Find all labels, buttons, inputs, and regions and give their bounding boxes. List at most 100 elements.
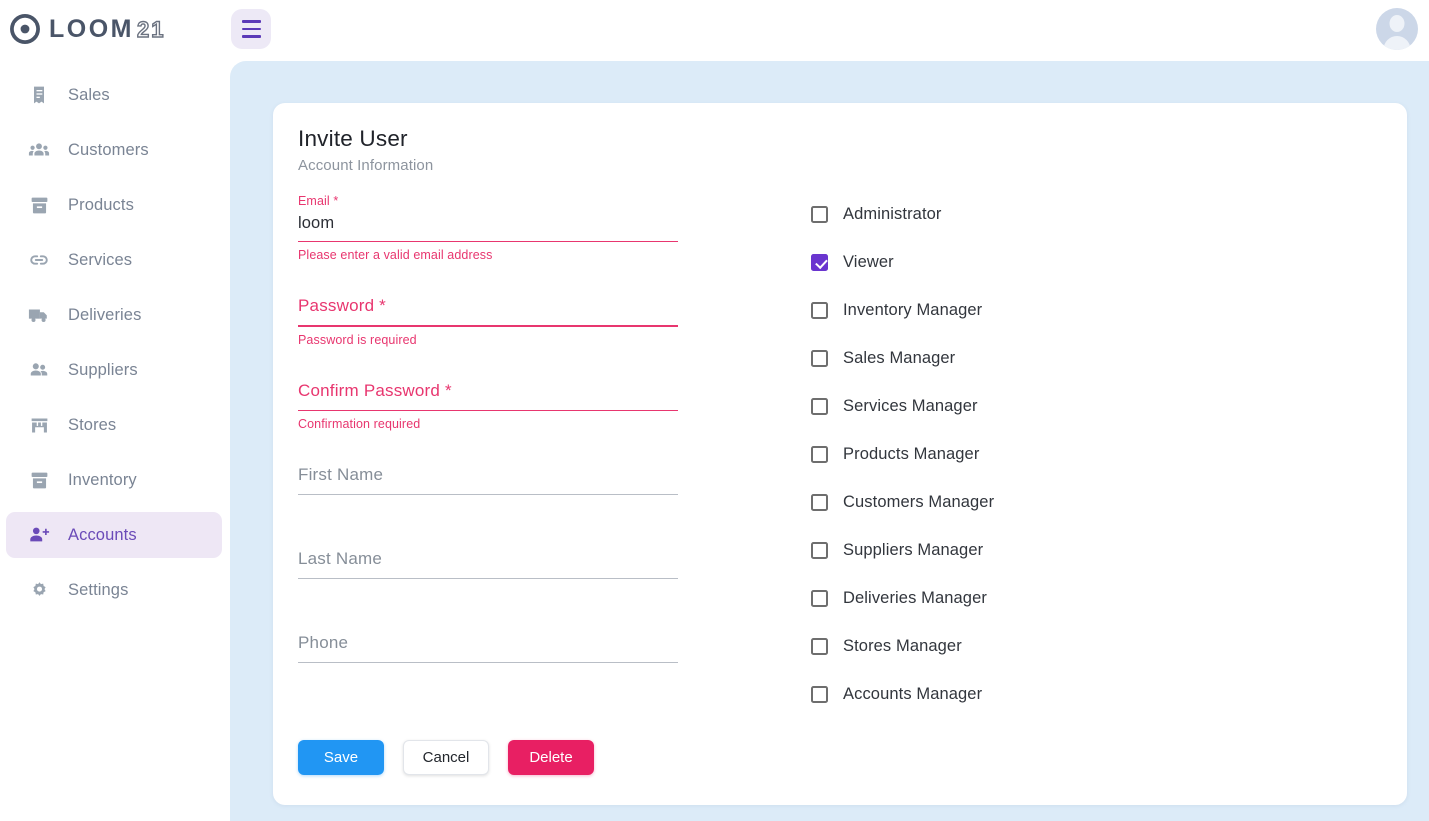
checkbox-icon[interactable] <box>811 349 828 367</box>
save-button[interactable]: Save <box>298 740 384 775</box>
box-icon <box>28 194 50 216</box>
first-name-error-message <box>298 501 678 516</box>
checkbox-icon[interactable] <box>811 397 828 415</box>
sidebar-item-label: Suppliers <box>68 360 138 379</box>
delete-button[interactable]: Delete <box>508 740 594 775</box>
card-header: Invite User Account Information <box>273 103 1407 174</box>
sidebar-item-inventory[interactable]: Inventory <box>6 457 222 503</box>
permission-label: Accounts Manager <box>843 684 983 703</box>
permission-suppliers-manager[interactable]: Suppliers Manager <box>811 538 994 562</box>
field-email[interactable]: Email * loom Please enter a valid email … <box>298 194 678 263</box>
field-password[interactable]: Password * Password is required <box>298 293 678 347</box>
permission-products-manager[interactable]: Products Manager <box>811 442 994 466</box>
sidebar-item-label: Products <box>68 195 134 214</box>
brand-outline-text: 21 <box>136 16 166 42</box>
permission-customers-manager[interactable]: Customers Manager <box>811 490 994 514</box>
field-confirm-password[interactable]: Confirm Password * Confirmation required <box>298 378 678 432</box>
phone-input[interactable]: Phone <box>298 630 678 656</box>
first-name-underline <box>298 494 678 496</box>
people-icon <box>28 139 50 161</box>
brand-solid-text: LOOM <box>49 14 134 43</box>
user-avatar-icon[interactable] <box>1376 8 1418 50</box>
truck-icon <box>28 304 50 326</box>
permission-label: Suppliers Manager <box>843 540 984 559</box>
checkbox-icon[interactable] <box>811 301 828 319</box>
permission-administrator[interactable]: Administrator <box>811 202 994 226</box>
field-first-name[interactable]: First Name <box>298 462 678 516</box>
hamburger-menu-icon[interactable] <box>231 9 271 49</box>
content-stage: Invite User Account Information Email * … <box>230 61 1429 821</box>
password-error-message: Password is required <box>298 332 417 347</box>
permission-deliveries-manager[interactable]: Deliveries Manager <box>811 586 994 610</box>
permission-label: Administrator <box>843 204 942 223</box>
sidebar-item-label: Customers <box>68 140 149 159</box>
confirm-password-error-message: Confirmation required <box>298 417 421 432</box>
invite-user-card: Invite User Account Information Email * … <box>273 103 1407 805</box>
permission-label: Stores Manager <box>843 636 962 655</box>
email-underline <box>298 241 678 243</box>
checkbox-icon[interactable] <box>811 445 828 463</box>
menu-line <box>241 27 261 31</box>
sidebar-item-label: Accounts <box>68 525 137 544</box>
sidebar-item-accounts[interactable]: Accounts <box>6 512 222 558</box>
aperture-icon <box>10 14 40 44</box>
card-body: Email * loom Please enter a valid email … <box>273 174 1407 730</box>
storefront-icon <box>28 414 50 436</box>
sidebar-item-settings[interactable]: Settings <box>6 567 222 613</box>
permission-accounts-manager[interactable]: Accounts Manager <box>811 682 994 706</box>
sidebar-item-label: Stores <box>68 415 117 434</box>
box-icon <box>28 469 50 491</box>
avatar-head <box>1389 15 1405 32</box>
menu-line <box>241 35 261 38</box>
checkbox-icon[interactable] <box>811 589 828 607</box>
permission-services-manager[interactable]: Services Manager <box>811 394 994 418</box>
sidebar-item-customers[interactable]: Customers <box>6 127 222 173</box>
avatar-body <box>1383 36 1411 50</box>
checkbox-icon[interactable] <box>811 541 828 559</box>
person-add-icon <box>28 524 50 546</box>
checkbox-icon[interactable] <box>811 637 828 655</box>
confirm-password-input[interactable]: Confirm Password * <box>298 378 678 404</box>
last-name-input[interactable]: Last Name <box>298 546 678 572</box>
permission-label: Sales Manager <box>843 348 956 367</box>
permission-inventory-manager[interactable]: Inventory Manager <box>811 298 994 322</box>
first-name-input[interactable]: First Name <box>298 462 678 488</box>
password-input[interactable]: Password * <box>298 293 678 319</box>
permission-sales-manager[interactable]: Sales Manager <box>811 346 994 370</box>
permission-label: Customers Manager <box>843 492 995 511</box>
email-label: Email * <box>298 194 339 208</box>
permission-stores-manager[interactable]: Stores Manager <box>811 634 994 658</box>
sidebar: LOOM 21 Sales Customers Products Service… <box>0 0 230 821</box>
email-input[interactable]: loom <box>298 211 678 235</box>
sidebar-item-deliveries[interactable]: Deliveries <box>6 292 222 338</box>
sidebar-item-services[interactable]: Services <box>6 237 222 283</box>
checkbox-icon[interactable] <box>811 685 828 703</box>
topbar <box>230 0 1429 58</box>
brand-logo[interactable]: LOOM 21 <box>0 0 230 58</box>
sidebar-item-products[interactable]: Products <box>6 182 222 228</box>
last-name-error-message <box>298 585 678 600</box>
checkbox-icon[interactable] <box>811 493 828 511</box>
checkbox-checked-icon[interactable] <box>811 253 828 271</box>
permission-label: Deliveries Manager <box>843 588 987 607</box>
checkbox-icon[interactable] <box>811 205 828 223</box>
cancel-button[interactable]: Cancel <box>403 740 489 775</box>
link-icon <box>28 249 50 271</box>
permission-viewer[interactable]: Viewer <box>811 250 994 274</box>
sidebar-item-sales[interactable]: Sales <box>6 72 222 118</box>
permissions-list: Administrator Viewer Inventory Manager S… <box>811 194 994 730</box>
sidebar-item-stores[interactable]: Stores <box>6 402 222 448</box>
password-underline <box>298 325 678 327</box>
field-phone[interactable]: Phone <box>298 630 678 684</box>
sidebar-item-label: Services <box>68 250 133 269</box>
sidebar-item-suppliers[interactable]: Suppliers <box>6 347 222 393</box>
receipt-icon <box>28 84 50 106</box>
form-actions: Save Cancel Delete <box>298 740 594 775</box>
field-last-name[interactable]: Last Name <box>298 546 678 600</box>
phone-underline <box>298 662 678 664</box>
